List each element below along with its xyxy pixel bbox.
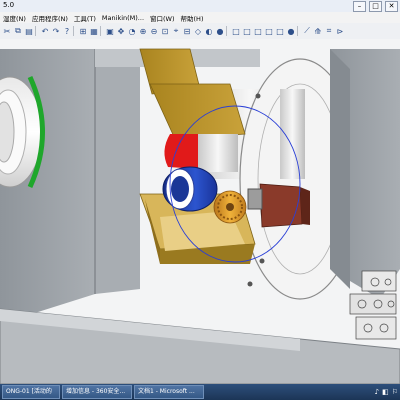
taskbar-item[interactable]: 文档1 - Microsoft ... (134, 385, 204, 399)
zoom-area-icon[interactable]: ⊡ (160, 26, 170, 36)
tray-icon[interactable]: ⚐ (392, 388, 398, 396)
toolbar: ✂ ⧉ ▤ ↶ ↷? ⊞ ▦ ▣ ✥ ◔ ⊕ ⊖ ⊡ ⌖ ⊟ ◇ ◐ ● □ □ □ □ □ ● ⟋ ⟰ ⌗ ⊳ (0, 23, 400, 40)
toolbar-separator (226, 26, 230, 36)
brown-block (259, 183, 303, 228)
red-band (164, 134, 200, 169)
bolt-hole (259, 258, 265, 264)
extra-icon[interactable]: ⊳ (335, 26, 345, 36)
assembly-model (0, 39, 400, 384)
shading-icon[interactable]: ◐ (204, 26, 214, 36)
fit-all-icon[interactable]: ▣ (105, 26, 115, 36)
rotate-icon[interactable]: ◔ (127, 26, 137, 36)
multi-view-icon[interactable]: ⊟ (182, 26, 192, 36)
motor-core (171, 176, 189, 202)
system-tray: ♪ ◧ ⚐ (375, 386, 398, 398)
zoom-out-icon[interactable]: ⊖ (149, 26, 159, 36)
tray-icon[interactable]: ◧ (382, 388, 389, 396)
toolbar-separator (297, 26, 301, 36)
render-icon[interactable]: ● (215, 26, 225, 36)
sphere-icon[interactable]: ● (286, 26, 296, 36)
box-view-5-icon[interactable]: □ (275, 26, 285, 36)
shaft-pass (280, 89, 305, 179)
right-frame-side (330, 49, 350, 289)
collar (198, 134, 238, 172)
gear (213, 190, 247, 224)
help-icon[interactable]: ? (62, 26, 72, 36)
menu-item[interactable]: 湿度(N) (0, 13, 29, 23)
toolbar-separator (100, 26, 104, 36)
box-view-1-icon[interactable]: □ (231, 26, 241, 36)
pan-icon[interactable]: ✥ (116, 26, 126, 36)
bolt-hole (247, 281, 253, 287)
tray-icon[interactable]: ♪ (375, 388, 379, 396)
paste-icon[interactable]: ▤ (24, 26, 34, 36)
menu-item[interactable]: 窗口(W) (147, 13, 178, 23)
window-controls: – □ ✕ (353, 1, 398, 12)
tree-icon[interactable]: ⊞ (78, 26, 88, 36)
table-icon[interactable]: ▦ (89, 26, 99, 36)
snap-icon[interactable]: ⌗ (324, 26, 334, 36)
measure-icon[interactable]: ⟋ (302, 26, 312, 36)
copy-icon[interactable]: ⧉ (13, 26, 23, 36)
maximize-button[interactable]: □ (369, 1, 382, 12)
undo-icon[interactable]: ↶ (40, 26, 50, 36)
taskbar-item[interactable]: 增加信息 - 360安全... (62, 385, 132, 399)
cut-icon[interactable]: ✂ (2, 26, 12, 36)
zoom-in-icon[interactable]: ⊕ (138, 26, 148, 36)
close-button[interactable]: ✕ (385, 1, 398, 12)
taskbar-item[interactable]: ONG-01 [活动的 (2, 385, 60, 399)
menu-item[interactable]: Manikin(M)... (99, 14, 147, 22)
minimize-button[interactable]: – (353, 1, 366, 12)
box-view-2-icon[interactable]: □ (242, 26, 252, 36)
normal-view-icon[interactable]: ⌖ (171, 26, 181, 36)
redo-icon[interactable]: ↷ (51, 26, 61, 36)
menu-item[interactable]: 工具(T) (71, 13, 99, 23)
menu-item[interactable]: 帮助(H) (178, 13, 207, 23)
3d-viewport[interactable] (0, 39, 400, 384)
bolt-hole (255, 93, 261, 99)
taskbar: ONG-01 [活动的 增加信息 - 360安全... 文档1 - Micros… (0, 384, 400, 400)
connector (247, 188, 263, 210)
iso-view-icon[interactable]: ◇ (193, 26, 203, 36)
box-view-3-icon[interactable]: □ (253, 26, 263, 36)
toolbar-separator (35, 26, 39, 36)
window-title: 5.0 (3, 1, 15, 9)
analysis-icon[interactable]: ⟰ (313, 26, 323, 36)
toolbar-separator (73, 26, 77, 36)
menu-item[interactable]: 应用程序(N) (29, 13, 71, 23)
box-view-4-icon[interactable]: □ (264, 26, 274, 36)
